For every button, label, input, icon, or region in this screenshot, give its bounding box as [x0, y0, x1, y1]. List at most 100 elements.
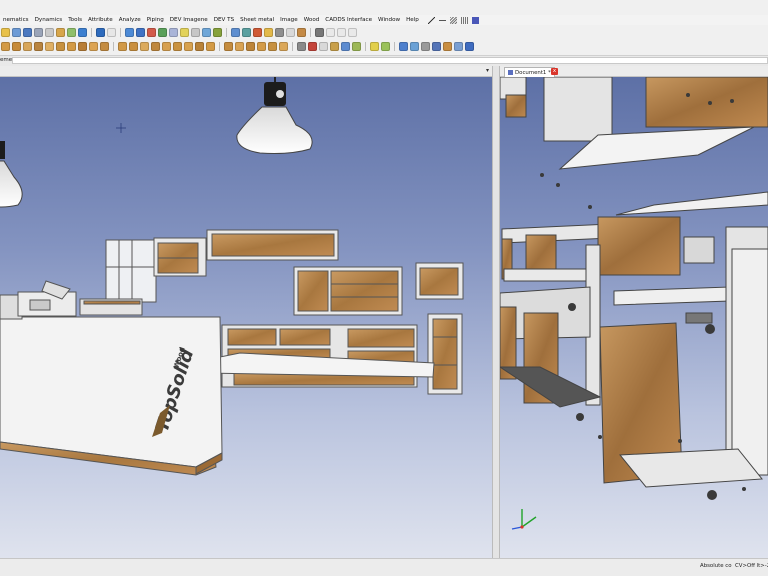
light-icon[interactable] [286, 28, 295, 37]
attribute-icon[interactable] [180, 28, 189, 37]
dash-tool-icon[interactable] [438, 16, 446, 24]
wood-panel-icon[interactable] [67, 42, 76, 51]
bom-icon[interactable] [297, 42, 306, 51]
wood-panel-icon[interactable] [23, 42, 32, 51]
wood-drawer-icon[interactable] [129, 42, 138, 51]
save-icon[interactable] [23, 28, 32, 37]
wood-panel-icon[interactable] [45, 42, 54, 51]
left-3d-viewport[interactable]: TopSolid Wood [0, 77, 492, 558]
print-icon[interactable] [34, 28, 43, 37]
menu-wood[interactable]: Wood [301, 17, 323, 23]
menu-kinematics[interactable]: nematics [0, 17, 32, 23]
bin-icon[interactable] [315, 28, 324, 37]
curve-icon[interactable] [136, 28, 145, 37]
menu-piping[interactable]: Piping [144, 17, 167, 23]
menu-window[interactable]: Window [375, 17, 403, 23]
menu-analyze[interactable]: Analyze [116, 17, 144, 23]
wood-operation-icon[interactable] [268, 42, 277, 51]
view-mode-icon[interactable] [264, 28, 273, 37]
wood-panel-icon[interactable] [1, 42, 10, 51]
wood-drawer-icon[interactable] [195, 42, 204, 51]
cam-icon[interactable] [341, 42, 350, 51]
help-icon[interactable] [465, 42, 474, 51]
undo-icon[interactable] [78, 28, 87, 37]
sketch-icon[interactable] [125, 28, 134, 37]
wood-operation-icon[interactable] [279, 42, 288, 51]
wood-drawer-icon[interactable] [151, 42, 160, 51]
export-icon[interactable] [443, 42, 452, 51]
paste-icon[interactable] [67, 28, 76, 37]
dots-icon[interactable] [337, 28, 346, 37]
check-icon[interactable] [381, 42, 390, 51]
fit-view-icon[interactable] [242, 28, 251, 37]
menu-help[interactable]: Help [403, 17, 422, 23]
wood-operation-icon[interactable] [246, 42, 255, 51]
menu-attribute[interactable]: Attribute [85, 17, 116, 23]
pointer-icon[interactable] [107, 28, 116, 37]
wood-drawer-icon[interactable] [162, 42, 171, 51]
wood-drawer-icon[interactable] [140, 42, 149, 51]
sync-icon[interactable] [410, 42, 419, 51]
import-icon[interactable] [454, 42, 463, 51]
hatch-tool-icon[interactable] [449, 16, 457, 24]
camera-icon[interactable] [275, 28, 284, 37]
hardware-icon[interactable] [308, 42, 317, 51]
tab-document1[interactable]: Document1 * [504, 67, 555, 77]
globe-icon[interactable] [399, 42, 408, 51]
menu-dynamics[interactable]: Dynamics [32, 17, 66, 23]
menu-tools[interactable]: Tools [65, 17, 85, 23]
menu-image[interactable]: Image [277, 17, 301, 23]
wood-panel-icon[interactable] [34, 42, 43, 51]
status-cv-state[interactable]: CV>Off lt>-2 [735, 563, 768, 569]
material-icon[interactable] [297, 28, 306, 37]
new-document-icon[interactable] [1, 28, 10, 37]
redo-icon[interactable] [96, 28, 105, 37]
shape-icon[interactable] [147, 28, 156, 37]
chevron-down-icon[interactable]: ▾ [486, 67, 489, 74]
wood-operation-icon[interactable] [224, 42, 233, 51]
wood-panel-icon[interactable] [56, 42, 65, 51]
database-icon[interactable] [432, 42, 441, 51]
wood-drawer-icon[interactable] [206, 42, 215, 51]
toolbar-separator [365, 42, 366, 51]
wood-operation-icon[interactable] [257, 42, 266, 51]
dots-icon[interactable] [326, 28, 335, 37]
menu-dev-ts[interactable]: DEV TS [211, 17, 237, 23]
view-splitter[interactable] [492, 66, 500, 558]
wood-drawer-icon[interactable] [118, 42, 127, 51]
cut-icon[interactable] [45, 28, 54, 37]
edit-icon[interactable] [370, 42, 379, 51]
tab-document1-label: Document1 * [515, 69, 551, 76]
zoom-icon[interactable] [231, 28, 240, 37]
menu-cadds-interface[interactable]: CADDS Interface [322, 17, 375, 23]
assembly-icon[interactable] [158, 28, 167, 37]
open-icon[interactable] [12, 28, 21, 37]
wood-panel-icon[interactable] [89, 42, 98, 51]
element-field[interactable] [12, 57, 768, 64]
report-icon[interactable] [352, 42, 361, 51]
wood-drawer-icon[interactable] [184, 42, 193, 51]
grid-tool-icon[interactable] [460, 16, 468, 24]
render-icon[interactable] [253, 28, 262, 37]
dots-icon[interactable] [348, 28, 357, 37]
wood-panel-icon[interactable] [78, 42, 87, 51]
status-coordinate-mode[interactable]: Absolute co [700, 563, 732, 569]
options-icon[interactable] [471, 16, 479, 24]
analyze-icon[interactable] [213, 28, 222, 37]
settings-icon[interactable] [421, 42, 430, 51]
wood-drawer-icon[interactable] [173, 42, 182, 51]
line-tool-icon[interactable] [427, 16, 435, 24]
right-3d-viewport[interactable] [500, 77, 768, 558]
draft-icon[interactable] [169, 28, 178, 37]
wood-panel-icon[interactable] [12, 42, 21, 51]
copy-icon[interactable] [56, 28, 65, 37]
layer-icon[interactable] [191, 28, 200, 37]
wood-panel-icon[interactable] [100, 42, 109, 51]
wood-operation-icon[interactable] [235, 42, 244, 51]
cut-list-icon[interactable] [319, 42, 328, 51]
menu-sheet-metal[interactable]: Sheet metal [237, 17, 277, 23]
menu-dev-imagene[interactable]: DEV Imagene [167, 17, 211, 23]
nesting-icon[interactable] [330, 42, 339, 51]
measure-icon[interactable] [202, 28, 211, 37]
close-icon[interactable]: x [551, 68, 558, 75]
